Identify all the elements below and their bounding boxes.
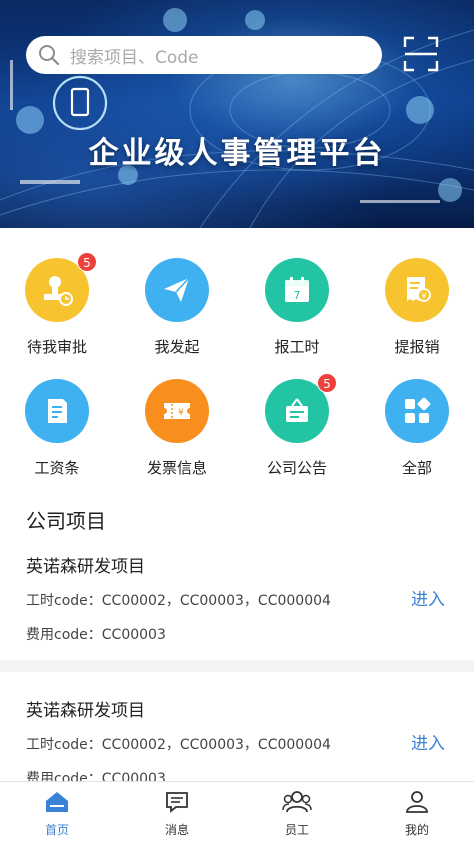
section-divider bbox=[0, 660, 474, 672]
action-label: 发票信息 bbox=[146, 459, 207, 477]
search-icon bbox=[39, 45, 60, 66]
grid-icon bbox=[405, 397, 431, 423]
user-icon bbox=[406, 791, 428, 813]
header-banner: 搜索项目、Code 企业级人事管理平台 bbox=[0, 0, 474, 228]
action-label: 工资条 bbox=[34, 459, 80, 477]
action-label: 全部 bbox=[401, 459, 432, 477]
calendar-icon: 7 bbox=[285, 277, 309, 302]
receipt-icon: ¥ bbox=[407, 277, 431, 302]
paper-plane-icon bbox=[164, 277, 190, 302]
search-placeholder: 搜索项目、Code bbox=[70, 47, 199, 68]
section-title-company-projects: 公司项目 bbox=[26, 509, 106, 533]
people-icon bbox=[282, 791, 312, 813]
tab-home[interactable]: 首页 bbox=[17, 790, 97, 838]
home-icon bbox=[46, 792, 68, 812]
tab-employees[interactable]: 员工 bbox=[257, 790, 337, 838]
action-report-hours[interactable]: 7 报工时 bbox=[237, 258, 357, 357]
document-icon bbox=[48, 399, 67, 423]
scan-icon bbox=[403, 36, 439, 72]
pending-approval-badge: 5 bbox=[77, 252, 97, 272]
action-company-notice[interactable]: 5 公司公告 bbox=[237, 373, 357, 478]
action-icon-circle bbox=[145, 258, 209, 322]
tech-background-graphic bbox=[0, 8, 474, 228]
scan-button[interactable] bbox=[403, 36, 439, 72]
svg-text:¥: ¥ bbox=[421, 292, 426, 301]
tab-mine[interactable]: 我的 bbox=[377, 790, 457, 838]
action-payslip[interactable]: 工资条 bbox=[0, 379, 117, 478]
action-label: 我发起 bbox=[154, 338, 200, 356]
action-icon-circle bbox=[385, 379, 449, 443]
tab-messages[interactable]: 消息 bbox=[137, 790, 217, 838]
message-icon bbox=[166, 792, 188, 813]
action-initiated-by-me[interactable]: 我发起 bbox=[117, 258, 237, 357]
action-label: 待我审批 bbox=[26, 338, 87, 356]
project-enter-link[interactable]: 进入 bbox=[411, 585, 445, 610]
svg-text:¥: ¥ bbox=[178, 408, 184, 418]
action-icon-circle: 7 bbox=[265, 258, 329, 322]
project-work-code: 工时code：CC00002，CC00003，CC000004 bbox=[26, 737, 331, 753]
tab-label: 我的 bbox=[404, 823, 429, 837]
tab-label: 消息 bbox=[164, 823, 189, 837]
action-icon-circle: ¥ bbox=[145, 379, 209, 443]
action-pending-approval[interactable]: 5 待我审批 bbox=[0, 252, 117, 357]
action-icon-circle bbox=[25, 379, 89, 443]
ticket-icon: ¥ bbox=[164, 403, 190, 419]
action-icon-circle: 5 bbox=[265, 373, 337, 443]
project-expense-code: 费用code：CC00003 bbox=[26, 627, 166, 643]
action-all[interactable]: 全部 bbox=[357, 379, 474, 478]
svg-text:7: 7 bbox=[294, 289, 301, 302]
action-label: 公司公告 bbox=[266, 459, 327, 477]
action-icon-circle: 5 bbox=[25, 252, 97, 322]
action-label: 提报销 bbox=[394, 338, 440, 356]
company-notice-badge: 5 bbox=[317, 373, 337, 393]
bottom-tab-bar: 首页 消息 员工 我的 bbox=[0, 781, 474, 843]
stamp-icon bbox=[44, 276, 73, 306]
project-name: 英诺森研发项目 bbox=[26, 557, 145, 577]
project-work-code: 工时code：CC00002，CC00003，CC000004 bbox=[26, 593, 331, 609]
project-name: 英诺森研发项目 bbox=[26, 701, 145, 721]
action-icon-circle: ¥ bbox=[385, 258, 449, 322]
banner-title: 企业级人事管理平台 bbox=[88, 136, 386, 171]
action-submit-expense[interactable]: ¥ 提报销 bbox=[357, 258, 474, 357]
action-label: 报工时 bbox=[274, 338, 320, 356]
tab-label: 员工 bbox=[284, 823, 309, 837]
action-invoice-info[interactable]: ¥ 发票信息 bbox=[117, 379, 237, 478]
notice-board-icon bbox=[286, 398, 308, 422]
search-input[interactable]: 搜索项目、Code bbox=[26, 36, 382, 74]
project-enter-link[interactable]: 进入 bbox=[411, 729, 445, 754]
tab-label: 首页 bbox=[44, 823, 69, 837]
